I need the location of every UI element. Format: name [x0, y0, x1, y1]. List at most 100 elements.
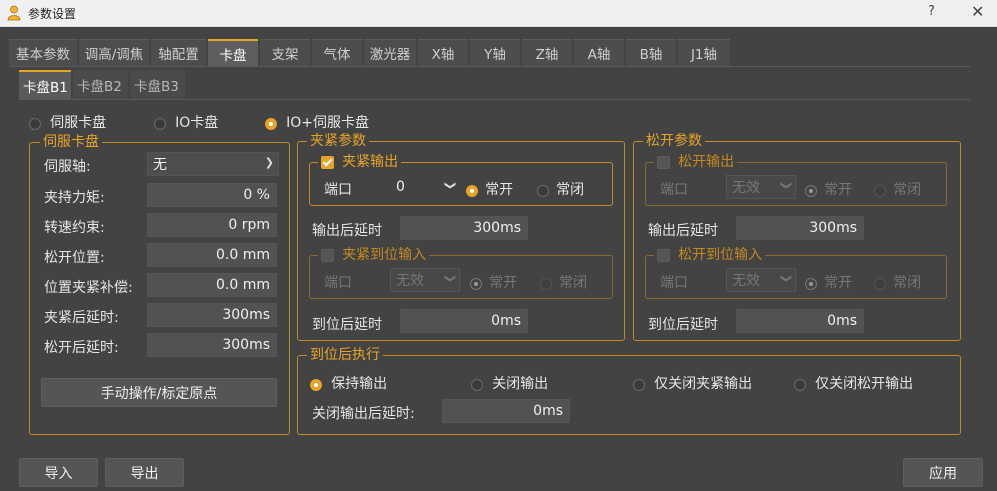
tab-gas[interactable]: 气体 — [312, 39, 362, 66]
tab-height-focus[interactable]: 调高/调焦 — [79, 39, 149, 66]
release-inpos-checkbox[interactable]: 松开到位输入 — [654, 247, 766, 264]
radio-io-card[interactable]: IO卡盘 — [154, 112, 218, 132]
clamp-no-radio[interactable]: 常开 — [466, 179, 513, 199]
radio-indicator — [874, 184, 886, 197]
torque-label: 夹持力矩: — [44, 190, 105, 206]
tab-support[interactable]: 支架 — [260, 39, 310, 66]
radio-servo-card[interactable]: 伺服卡盘 — [29, 112, 106, 132]
clamp-inpos-no-radio[interactable]: 常开 — [470, 272, 517, 292]
subtab-chuck-b3[interactable]: 卡盘B3 — [130, 70, 185, 99]
checkbox-indicator — [657, 156, 670, 169]
clamp-output-delay-input[interactable]: 300ms — [400, 216, 528, 240]
clamp-params-legend: 夹紧参数 — [307, 133, 369, 149]
chevron-down-icon: ❯ — [779, 180, 793, 191]
radio-keep-output[interactable]: 保持输出 — [310, 373, 387, 393]
tab-b-axis[interactable]: B轴 — [626, 39, 676, 66]
clamp-port-label: 端口 — [324, 182, 352, 198]
release-inpos-delay-label: 到位后延时 — [648, 317, 718, 333]
clamp-compensation-input[interactable]: 0.0 mm — [147, 273, 277, 297]
clamp-compensation-label: 位置夹紧补偿: — [44, 280, 133, 296]
radio-indicator — [310, 378, 322, 391]
release-delay-input[interactable]: 300ms — [147, 333, 277, 357]
after-inpos-legend: 到位后执行 — [307, 347, 383, 363]
tab-axis-config[interactable]: 轴配置 — [151, 39, 206, 66]
help-button[interactable]: ? — [928, 4, 935, 19]
release-output-delay-label: 输出后延时 — [648, 223, 718, 239]
export-button[interactable]: 导出 — [105, 458, 184, 487]
servo-axis-select[interactable]: 无 ❯ — [147, 152, 279, 176]
main-tabbar: 基本参数 调高/调焦 轴配置 卡盘 支架 气体 激光器 X轴 Y轴 Z轴 A轴 … — [9, 39, 730, 66]
tab-laser[interactable]: 激光器 — [364, 39, 416, 66]
radio-indicator — [540, 277, 552, 290]
chevron-down-icon: ❯ — [443, 180, 457, 191]
servo-chuck-legend: 伺服卡盘 — [40, 134, 102, 150]
radio-io-servo-card[interactable]: IO+伺服卡盘 — [265, 112, 369, 132]
tab-x-axis[interactable]: X轴 — [418, 39, 468, 66]
clamp-inpos-checkbox[interactable]: 夹紧到位输入 — [318, 247, 430, 264]
speed-label: 转速约束: — [44, 220, 105, 236]
chevron-down-icon: ❯ — [264, 156, 274, 169]
after-inpos-group — [297, 355, 961, 435]
release-inpos-no-radio[interactable]: 常开 — [805, 272, 852, 292]
clamp-inpos-delay-input[interactable]: 0ms — [400, 309, 528, 333]
release-port-select[interactable]: 无效 ❯ — [726, 175, 796, 199]
chuck-subtabbar: 卡盘B1 卡盘B2 卡盘B3 — [19, 70, 185, 99]
clamp-inpos-nc-radio[interactable]: 常闭 — [540, 272, 587, 292]
clamp-nc-radio[interactable]: 常闭 — [537, 179, 584, 199]
title-bar: 参数设置 ? ✕ — [0, 0, 997, 27]
subtab-divider — [19, 99, 970, 100]
release-position-input[interactable]: 0.0 mm — [147, 243, 277, 267]
window-title: 参数设置 — [28, 7, 77, 21]
close-button[interactable]: ✕ — [971, 2, 984, 21]
release-inpos-nc-radio[interactable]: 常闭 — [874, 272, 921, 292]
tab-a-axis[interactable]: A轴 — [574, 39, 624, 66]
subtab-chuck-b1[interactable]: 卡盘B1 — [19, 70, 71, 99]
release-inpos-port-select[interactable]: 无效 ❯ — [726, 268, 796, 292]
subtab-chuck-b2[interactable]: 卡盘B2 — [73, 70, 128, 99]
clamp-inpos-delay-label: 到位后延时 — [312, 317, 382, 333]
release-output-checkbox[interactable]: 松开输出 — [654, 154, 738, 171]
release-port-label: 端口 — [660, 182, 688, 198]
clamp-delay-input[interactable]: 300ms — [147, 303, 277, 327]
tab-chuck[interactable]: 卡盘 — [208, 39, 258, 66]
close-output-delay-label: 关闭输出后延时: — [312, 406, 415, 422]
tab-basic[interactable]: 基本参数 — [9, 39, 77, 66]
app-person-icon — [7, 5, 21, 21]
release-delay-label: 松开后延时: — [44, 340, 119, 356]
apply-button[interactable]: 应用 — [903, 458, 983, 487]
release-position-label: 松开位置: — [44, 250, 105, 266]
tab-y-axis[interactable]: Y轴 — [470, 39, 520, 66]
import-button[interactable]: 导入 — [19, 458, 98, 487]
radio-indicator — [874, 277, 886, 290]
clamp-output-delay-label: 输出后延时 — [312, 223, 382, 239]
radio-indicator — [633, 378, 645, 391]
servo-axis-label: 伺服轴: — [44, 159, 91, 175]
close-output-delay-input[interactable]: 0ms — [442, 399, 570, 423]
radio-close-output[interactable]: 关闭输出 — [471, 373, 548, 393]
release-no-radio[interactable]: 常开 — [805, 179, 852, 199]
clamp-output-checkbox[interactable]: 夹紧输出 — [318, 154, 402, 171]
radio-indicator — [154, 117, 166, 130]
radio-indicator — [29, 117, 41, 130]
clamp-port-select[interactable]: 0 ❯ — [390, 175, 460, 199]
radio-indicator — [794, 378, 806, 391]
radio-close-clamp-output[interactable]: 仅关闭夹紧输出 — [633, 373, 752, 393]
tab-j1-axis[interactable]: J1轴 — [678, 39, 730, 66]
tab-divider — [9, 66, 970, 67]
release-inpos-delay-input[interactable]: 0ms — [736, 309, 864, 333]
tab-z-axis[interactable]: Z轴 — [522, 39, 572, 66]
clamp-delay-label: 夹紧后延时: — [44, 310, 119, 326]
checkbox-indicator — [657, 249, 670, 262]
release-params-legend: 松开参数 — [643, 133, 705, 149]
radio-close-release-output[interactable]: 仅关闭松开输出 — [794, 373, 913, 393]
chevron-down-icon: ❯ — [779, 273, 793, 284]
clamp-inpos-port-label: 端口 — [324, 275, 352, 291]
release-inpos-port-label: 端口 — [660, 275, 688, 291]
release-output-delay-input[interactable]: 300ms — [736, 216, 864, 240]
speed-input[interactable]: 0 rpm — [147, 213, 277, 237]
clamp-inpos-port-select[interactable]: 无效 ❯ — [390, 268, 460, 292]
radio-indicator — [805, 277, 817, 290]
torque-input[interactable]: 0 % — [147, 183, 277, 207]
release-nc-radio[interactable]: 常闭 — [874, 179, 921, 199]
manual-operation-button[interactable]: 手动操作/标定原点 — [41, 378, 277, 407]
